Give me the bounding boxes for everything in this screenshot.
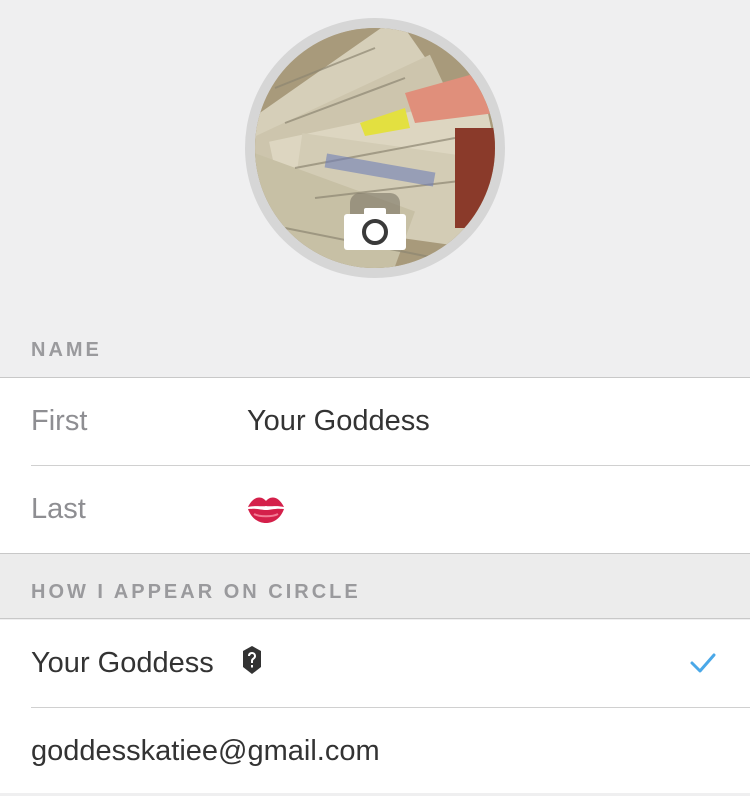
last-name-row[interactable]: Last	[0, 466, 750, 554]
appear-options-group: Your Goddess goddesskatiee@gmail.com	[0, 620, 750, 793]
appear-option-email[interactable]: goddesskatiee@gmail.com	[0, 708, 750, 796]
checkmark-icon[interactable]	[688, 648, 718, 678]
first-name-row[interactable]: First Your Goddess	[0, 378, 750, 466]
appear-option-name-label: Your Goddess	[31, 647, 214, 679]
appear-option-name[interactable]: Your Goddess	[0, 620, 750, 708]
avatar[interactable]	[245, 18, 505, 278]
appear-option-email-label: goddesskatiee@gmail.com	[31, 735, 380, 767]
camera-icon[interactable]	[344, 206, 406, 250]
profile-photo-area	[0, 0, 750, 325]
verified-badge-icon	[243, 646, 261, 674]
name-section-header: NAME	[31, 339, 102, 361]
first-name-field[interactable]: Your Goddess	[247, 378, 430, 464]
appear-section-header: HOW I APPEAR ON CIRCLE	[0, 553, 750, 619]
last-name-label: Last	[31, 493, 86, 525]
first-name-label: First	[31, 405, 88, 437]
kiss-lips-icon[interactable]	[246, 492, 286, 526]
name-fields-group: First Your Goddess Last	[0, 377, 750, 553]
